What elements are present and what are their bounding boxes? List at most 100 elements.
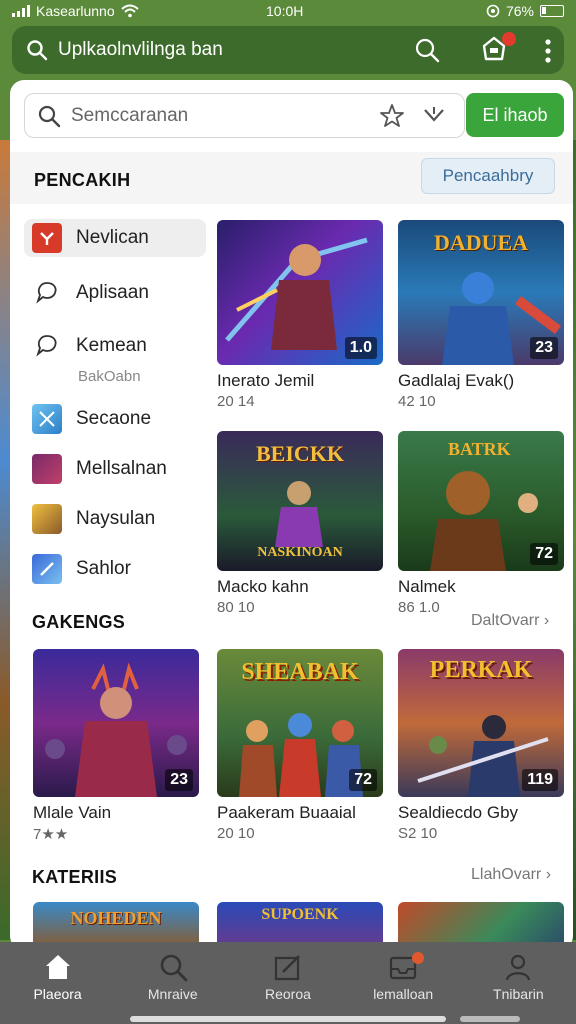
game-card[interactable]: 23 Mlale Vain 7★★ bbox=[33, 649, 199, 843]
home-icon bbox=[45, 955, 70, 979]
category-item[interactable]: Nevlican bbox=[24, 219, 206, 257]
character-app-icon bbox=[32, 504, 62, 534]
game-title: Macko kahn bbox=[217, 577, 309, 596]
game-thumbnail: BEICKK NASKINOAN bbox=[217, 431, 383, 571]
game-title: Gadlalaj Evak() bbox=[398, 371, 515, 390]
category-item[interactable]: Mellsalnan bbox=[24, 450, 206, 488]
section-title-kateriis: KATERIIS bbox=[32, 867, 118, 887]
nav-home[interactable]: Plaeora bbox=[0, 942, 115, 1024]
nav-label: lemalloan bbox=[373, 986, 434, 1002]
see-more-link[interactable]: DaltOvarr › bbox=[471, 612, 549, 630]
game-title: Paakeram Buaaial bbox=[217, 803, 356, 822]
search-icon[interactable] bbox=[26, 39, 48, 61]
chat-bubble-icon bbox=[32, 278, 62, 308]
rating-tag: 1.0 bbox=[344, 337, 377, 359]
nav-inbox[interactable]: lemalloan bbox=[346, 942, 461, 1024]
game-meta: S2 10 bbox=[398, 825, 438, 842]
search-icon bbox=[38, 105, 61, 128]
game-thumbnail: BATRK 72 bbox=[398, 431, 564, 571]
section-title-gakengs: GAKENGS bbox=[32, 612, 126, 632]
category-label: Secaone bbox=[76, 408, 152, 429]
nav-label: Reoroa bbox=[265, 986, 311, 1002]
game-card[interactable]: BATRK 72 Nalmek 86 1.0 bbox=[398, 431, 564, 616]
game-meta: 7★★ bbox=[33, 826, 69, 843]
category-item[interactable]: Naysulan bbox=[24, 500, 206, 538]
clock: 10:0H bbox=[266, 3, 304, 19]
game-logo: SUPOENK bbox=[261, 906, 339, 923]
game-meta: 80 10 bbox=[217, 599, 255, 616]
signal-icon bbox=[12, 5, 30, 17]
category-item[interactable]: Secaone bbox=[24, 400, 206, 438]
section-title-pencakih: PENCAKIH bbox=[34, 170, 131, 190]
profile-icon bbox=[506, 954, 531, 981]
nav-profile[interactable]: Tnibarin bbox=[461, 942, 576, 1024]
category-label: Nevlican bbox=[76, 227, 149, 248]
game-meta: 20 14 bbox=[217, 393, 255, 410]
rating-tag: 72 bbox=[530, 543, 558, 565]
game-title: Mlale Vain bbox=[33, 803, 112, 822]
category-label: Mellsalnan bbox=[76, 458, 167, 479]
rating-tag: 23 bbox=[530, 337, 558, 359]
game-logo: NOHEDEN bbox=[70, 908, 162, 928]
see-more-label: DaltOvarr bbox=[471, 612, 540, 629]
category-label: Naysulan bbox=[76, 508, 156, 529]
game-title: Sealdiecdo Gby bbox=[398, 803, 519, 822]
edit-icon bbox=[274, 955, 300, 981]
main-panel: El ihaob PENCAKIH Pencaahbry Nevlican Ap… bbox=[10, 80, 573, 950]
app-title: Uplkaolnvlilnga ban bbox=[58, 39, 223, 60]
game-card[interactable]: BEICKK NASKINOAN Macko kahn 80 10 bbox=[217, 431, 383, 616]
search-box bbox=[24, 93, 465, 138]
category-sublabel: BakOabn bbox=[78, 368, 141, 385]
app-red-icon bbox=[32, 223, 62, 253]
category-item[interactable]: Aplisaan bbox=[24, 274, 206, 312]
star-icon[interactable] bbox=[379, 103, 405, 129]
nav-label: Tnibarin bbox=[493, 986, 544, 1002]
game-subtitle-logo: NASKINOAN bbox=[257, 545, 343, 560]
search-icon[interactable] bbox=[414, 37, 440, 63]
more-vertical-icon[interactable] bbox=[544, 38, 552, 64]
rating-tag: 23 bbox=[165, 769, 193, 791]
battery-icon bbox=[540, 5, 564, 17]
game-thumbnail: DADUEA 23 bbox=[398, 220, 564, 365]
game-card[interactable]: 1.0 Inerato Jemil 20 14 bbox=[217, 220, 383, 410]
game-title: Nalmek bbox=[398, 577, 456, 596]
wifi-icon bbox=[120, 4, 139, 18]
status-bar: Kasearlunno 10:0H 76% bbox=[0, 0, 576, 22]
game-thumbnail: 23 bbox=[33, 649, 199, 797]
store-bag-button[interactable] bbox=[480, 32, 516, 64]
notification-badge bbox=[502, 32, 516, 46]
app-top-bar: Uplkaolnvlilnga ban bbox=[12, 26, 564, 74]
nav-label: Plaeora bbox=[33, 986, 82, 1002]
search-input[interactable] bbox=[71, 104, 361, 128]
filter-chevron-icon[interactable] bbox=[423, 104, 445, 126]
game-card[interactable]: DADUEA 23 Gadlalaj Evak() 42 10 bbox=[398, 220, 564, 410]
rating-tag: 72 bbox=[349, 769, 377, 791]
game-meta: 42 10 bbox=[398, 393, 436, 410]
search-icon bbox=[160, 954, 188, 982]
game-title: Inerato Jemil bbox=[217, 371, 315, 390]
nav-edit[interactable]: Reoroa bbox=[230, 942, 345, 1024]
game-thumbnail: SHEABAK 72 bbox=[217, 649, 383, 797]
game-card[interactable]: PERKAK 119 Sealdiecdo Gby S2 10 bbox=[398, 649, 564, 842]
category-filter-pill[interactable]: Pencaahbry bbox=[421, 158, 555, 194]
see-more-link[interactable]: LlahOvarr › bbox=[471, 866, 551, 884]
game-thumbnail: 1.0 bbox=[217, 220, 383, 365]
category-item[interactable]: Kemean bbox=[24, 327, 206, 365]
category-label: Sahlor bbox=[76, 558, 131, 579]
search-submit-button[interactable]: El ihaob bbox=[466, 93, 564, 137]
game-card[interactable]: SHEABAK 72 Paakeram Buaaial 20 10 bbox=[217, 649, 383, 842]
chevron-right-icon: › bbox=[545, 866, 552, 883]
nav-label: Mnraive bbox=[147, 986, 198, 1002]
category-label: Aplisaan bbox=[76, 282, 149, 303]
game-app-icon bbox=[32, 454, 62, 484]
game-thumbnail: PERKAK 119 bbox=[398, 649, 564, 797]
rating-tag: 119 bbox=[522, 769, 558, 791]
sword-app-icon bbox=[32, 404, 62, 434]
notification-dot bbox=[411, 952, 424, 964]
blade-app-icon bbox=[32, 554, 62, 584]
nav-search[interactable]: Mnraive bbox=[115, 942, 230, 1024]
battery-percent: 76% bbox=[505, 3, 534, 19]
category-item[interactable]: Sahlor bbox=[24, 550, 206, 588]
location-icon bbox=[486, 4, 500, 18]
category-label: Kemean bbox=[76, 335, 147, 356]
